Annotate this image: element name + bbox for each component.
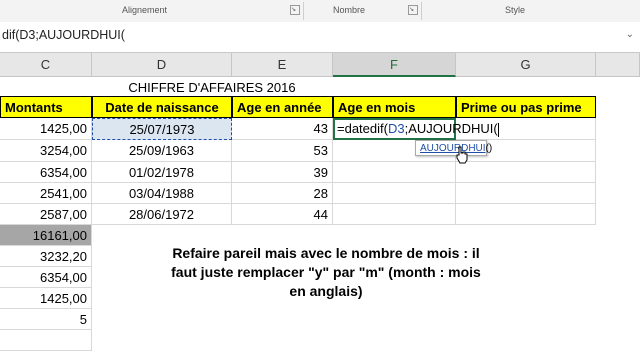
column-header-f[interactable]: F	[333, 53, 456, 77]
cell-date[interactable]: 28/06/1972	[92, 204, 232, 225]
cell-montant[interactable]: 3254,00	[0, 140, 92, 162]
column-header-e[interactable]: E	[232, 53, 333, 77]
text-cursor	[497, 122, 499, 137]
cell-age-mois[interactable]	[333, 183, 456, 204]
header-age-mois[interactable]: Age en mois	[333, 96, 456, 118]
cell-total[interactable]: 16161,00	[0, 225, 92, 246]
cell-montant[interactable]: 2541,00	[0, 183, 92, 204]
hand-cursor-icon	[456, 146, 468, 164]
column-header-next[interactable]	[596, 53, 640, 77]
ribbon-group-alignement[interactable]: Alignement	[122, 5, 167, 15]
cell-date-selected[interactable]: 25/07/1973	[92, 118, 232, 140]
cell-age[interactable]: 53	[232, 140, 333, 162]
ribbon-separator	[421, 2, 422, 20]
cell-empty[interactable]	[0, 330, 92, 351]
cell-age-mois[interactable]	[333, 204, 456, 225]
header-date-naissance[interactable]: Date de naissance	[92, 96, 232, 118]
formula-prefix: =datedif(	[337, 121, 388, 136]
ribbon-separator	[303, 2, 304, 20]
cell-date[interactable]: 25/09/1963	[92, 140, 232, 162]
cell-montant[interactable]: 1425,00	[0, 288, 92, 309]
cell-count[interactable]: 5	[0, 309, 92, 330]
header-prime[interactable]: Prime ou pas prime	[456, 96, 596, 118]
cell-montant[interactable]: 1425,00	[0, 118, 92, 140]
formula-cell-ref: D3	[387, 121, 405, 136]
column-header-g[interactable]: G	[456, 53, 596, 77]
cell-montant[interactable]: 2587,00	[0, 204, 92, 225]
sheet-title: CHIFFRE D'AFFAIRES 2016	[128, 80, 296, 95]
cell-prime[interactable]	[456, 183, 596, 204]
cell-age[interactable]: 44	[232, 204, 333, 225]
tooltip-parens: ()	[485, 143, 493, 154]
cell-age-mois[interactable]	[333, 162, 456, 183]
formula-text[interactable]: dif(D3;AUJOURDHUI(	[2, 28, 125, 42]
column-header-c[interactable]: C	[0, 53, 92, 77]
ribbon-group-style[interactable]: Style	[505, 5, 525, 15]
formula-suffix: ;AUJOURDHUI(	[404, 121, 498, 136]
instruction-note: Refaire pareil mais avec le nombre de mo…	[168, 244, 484, 301]
chevron-down-icon[interactable]: ⌄	[626, 29, 634, 40]
cell-date[interactable]: 03/04/1988	[92, 183, 232, 204]
dialog-launcher-icon[interactable]: ↘	[290, 5, 300, 15]
header-age-annee[interactable]: Age en année	[232, 96, 333, 118]
active-cell-editor[interactable]: =datedif(D3;AUJOURDHUI(	[333, 118, 499, 140]
cell-montant[interactable]: 6354,00	[0, 162, 92, 183]
cell-age[interactable]: 43	[232, 118, 333, 140]
header-montants[interactable]: Montants	[0, 96, 92, 118]
dialog-launcher-icon[interactable]: ↘	[408, 5, 418, 15]
ribbon-group-nombre[interactable]: Nombre	[333, 5, 365, 15]
formula-bar[interactable]: dif(D3;AUJOURDHUI( ⌄	[0, 22, 640, 53]
ribbon-group-labels: Alignement ↘ Nombre ↘ Style	[0, 0, 640, 23]
column-header-d[interactable]: D	[92, 53, 232, 77]
cell-montant[interactable]: 3232,20	[0, 246, 92, 267]
cell-age[interactable]: 28	[232, 183, 333, 204]
function-tooltip[interactable]: AUJOURDHUI()	[415, 140, 492, 156]
cell-date[interactable]: 01/02/1978	[92, 162, 232, 183]
cell-prime[interactable]	[456, 162, 596, 183]
tooltip-function-name[interactable]: AUJOURDHUI	[420, 143, 486, 154]
cell-prime[interactable]	[456, 204, 596, 225]
cell-age[interactable]: 39	[232, 162, 333, 183]
cell-montant[interactable]: 6354,00	[0, 267, 92, 288]
